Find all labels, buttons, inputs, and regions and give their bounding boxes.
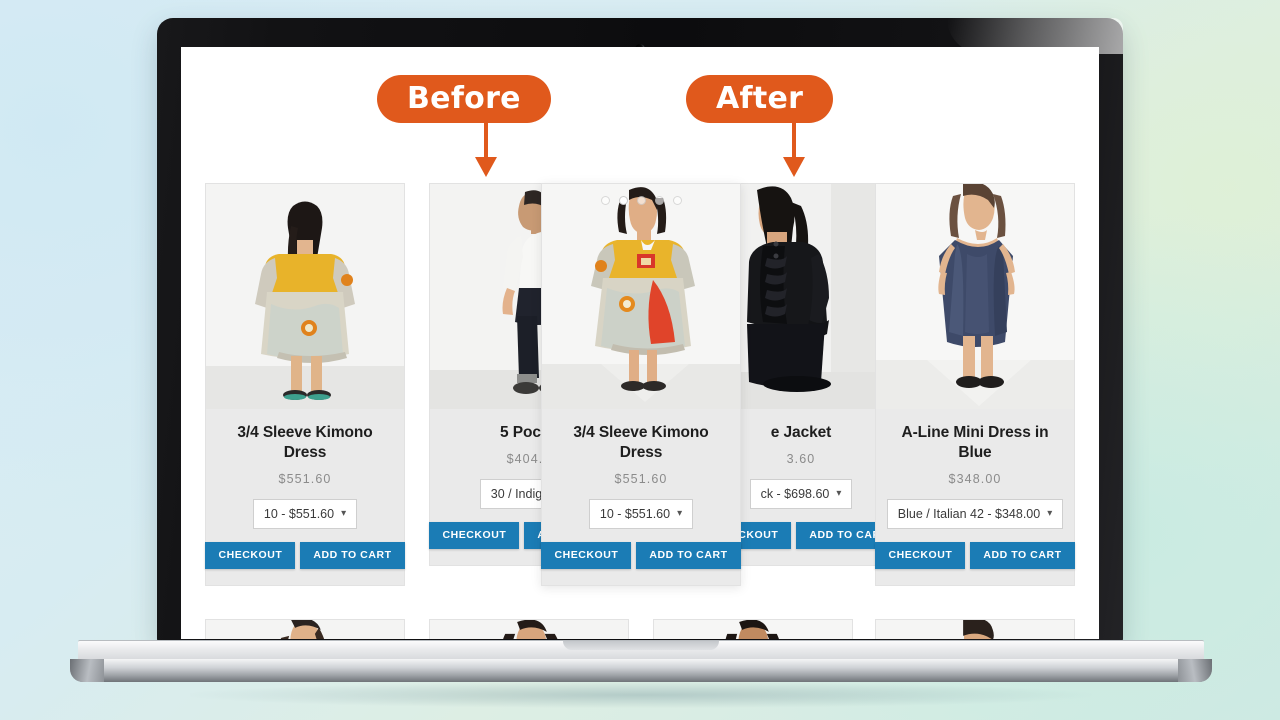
product-card[interactable] — [653, 619, 853, 639]
chevron-down-icon: ▾ — [1047, 507, 1053, 519]
chevron-down-icon: ▾ — [341, 507, 347, 519]
laptop-base-notch — [563, 641, 719, 650]
add-to-cart-button[interactable]: ADD TO CART — [970, 541, 1075, 569]
product-price: $551.60 — [614, 471, 668, 486]
variant-select-value: 10 - $551.60 — [599, 506, 671, 521]
carousel-dot[interactable] — [636, 196, 646, 205]
chevron-down-icon: ▾ — [677, 507, 683, 519]
variant-select[interactable]: 10 - $551.60 ▾ — [252, 498, 358, 529]
variant-select[interactable]: ck - $698.60 ▾ — [749, 478, 853, 509]
laptop-base-right-edge — [1178, 659, 1212, 682]
card-actions: CHECKOUT ADD TO CART — [875, 541, 1075, 569]
carousel-dot[interactable] — [654, 196, 664, 205]
product-card[interactable] — [429, 619, 629, 639]
product-image[interactable] — [876, 184, 1074, 409]
laptop-base-front — [70, 659, 1212, 682]
product-card[interactable]: 3/4 Sleeve Kimono Dress $551.60 10 - $55… — [541, 183, 741, 586]
card-actions: CHECKOUT ADD TO CART — [205, 541, 405, 569]
product-card[interactable]: 3/4 Sleeve Kimono Dress $551.60 10 - $55… — [205, 183, 405, 586]
product-title: A-Line Mini Dress in Blue — [901, 424, 1049, 461]
checkout-button[interactable]: CHECKOUT — [541, 541, 632, 569]
carousel-dot-active[interactable] — [618, 196, 628, 205]
web-page: Before After 3/4 Sleeve Kimono Dress $55… — [181, 47, 1099, 639]
product-grid-row-2 — [181, 619, 1099, 639]
laptop-drop-shadow — [190, 682, 1092, 708]
laptop-screen: Before After 3/4 Sleeve Kimono Dress $55… — [181, 47, 1099, 639]
product-image[interactable] — [542, 184, 740, 409]
product-title: 3/4 Sleeve Kimono Dress — [573, 424, 709, 461]
product-image[interactable] — [206, 184, 404, 409]
checkout-button[interactable]: CHECKOUT — [205, 541, 296, 569]
product-price: $551.60 — [278, 471, 332, 486]
carousel-dot[interactable] — [600, 196, 610, 205]
laptop-base-top — [78, 640, 1204, 660]
carousel-dot[interactable] — [672, 196, 682, 205]
laptop-base — [70, 640, 1212, 708]
product-price: $348.00 — [948, 471, 1002, 486]
variant-select-value: ck - $698.60 — [760, 486, 830, 501]
laptop-lid: Before After 3/4 Sleeve Kimono Dress $55… — [157, 18, 1123, 642]
chevron-down-icon: ▾ — [836, 487, 842, 499]
product-card[interactable]: A-Line Mini Dress in Blue $348.00 Blue /… — [875, 183, 1075, 586]
card-actions: CHECKOUT ADD TO CART — [541, 541, 741, 569]
carousel-dots[interactable] — [542, 196, 740, 205]
variant-select-value: 10 - $551.60 — [263, 506, 335, 521]
add-to-cart-button[interactable]: ADD TO CART — [300, 541, 405, 569]
laptop-base-left-edge — [70, 659, 104, 682]
add-to-cart-button[interactable]: ADD TO CART — [636, 541, 741, 569]
checkout-button[interactable]: CHECKOUT — [429, 521, 520, 549]
product-title: 3/4 Sleeve Kimono Dress — [237, 424, 373, 461]
product-card[interactable] — [875, 619, 1075, 639]
product-grid: 3/4 Sleeve Kimono Dress $551.60 10 - $55… — [181, 47, 1099, 639]
variant-select[interactable]: Blue / Italian 42 - $348.00 ▾ — [886, 498, 1064, 529]
checkout-button[interactable]: CHECKOUT — [875, 541, 966, 569]
variant-select-value: Blue / Italian 42 - $348.00 — [897, 506, 1041, 521]
product-card[interactable] — [205, 619, 405, 639]
variant-select[interactable]: 10 - $551.60 ▾ — [588, 498, 694, 529]
laptop-mockup: Before After 3/4 Sleeve Kimono Dress $55… — [0, 0, 1280, 720]
